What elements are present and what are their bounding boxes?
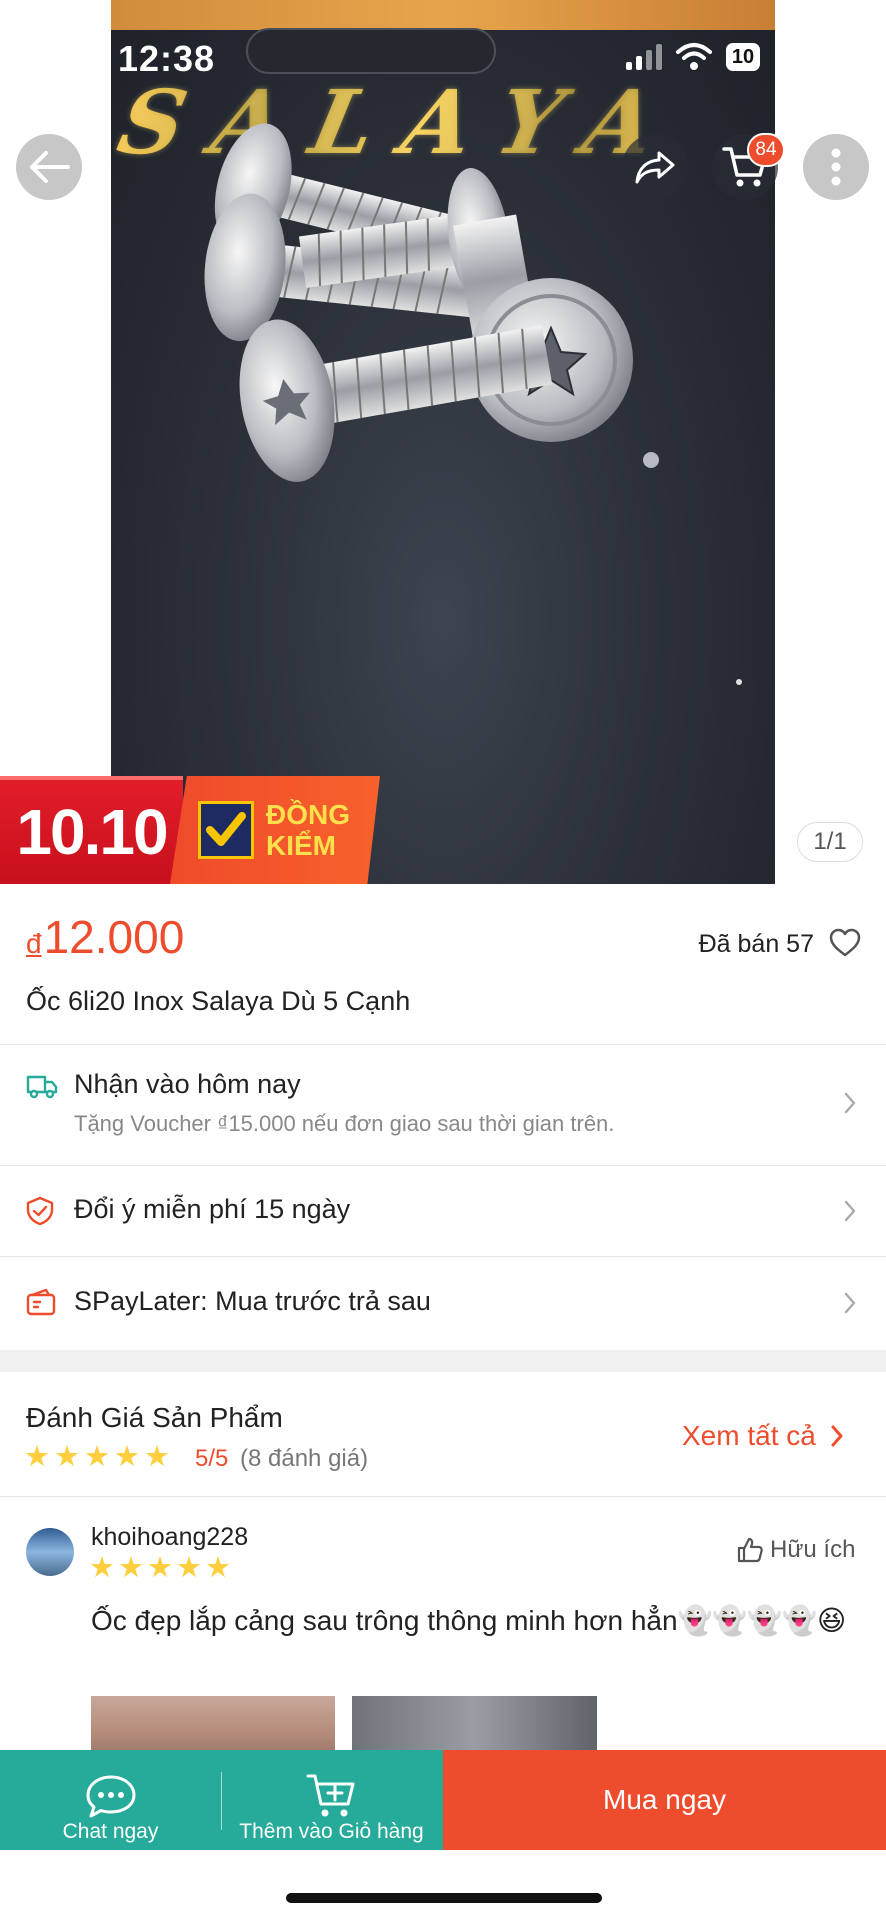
bottom-separator <box>221 1772 222 1830</box>
rating-score: 5/5 <box>195 1445 229 1472</box>
star-icon: ★ <box>114 1441 140 1473</box>
star-icon: ★ <box>147 1552 173 1584</box>
free-return-row[interactable]: Đổi ý miễn phí 15 ngày <box>0 1166 886 1256</box>
status-time: 12:38 <box>118 38 216 79</box>
star-icon: ★ <box>24 1441 50 1473</box>
review-photo-1[interactable] <box>91 1696 335 1756</box>
add-to-cart-icon <box>306 1774 354 1817</box>
image-pager: 1/1 <box>797 822 863 862</box>
section-gap <box>0 1350 886 1372</box>
price-value: 12.000 <box>43 911 185 963</box>
product-price: đ 12.000 <box>26 910 184 964</box>
sold-count: Đã bán 57 <box>698 930 814 958</box>
chevron-right-icon <box>844 1292 856 1314</box>
cart-count-badge: 84 <box>747 133 785 167</box>
status-icons: 10 <box>626 42 760 72</box>
product-image-gallery[interactable]: SALAYA 12:38 10 84 10.10 ĐỒNG KIỂM 1/1 <box>0 0 886 884</box>
delivery-title: Nhận vào hôm nay <box>74 1069 301 1099</box>
buy-now-button[interactable]: Mua ngay <box>443 1750 886 1850</box>
battery-indicator: 10 <box>726 43 760 71</box>
review-photo-2[interactable] <box>352 1696 597 1756</box>
delivery-subtitle: Tặng Voucher ₫15.000 nếu đơn giao sau th… <box>74 1111 615 1136</box>
divider <box>0 1496 886 1497</box>
review-comment: Ốc đẹp lắp cảng sau trông thông minh hơn… <box>91 1605 847 1636</box>
wallet-card-icon <box>26 1288 56 1316</box>
chat-bubble-icon <box>86 1775 135 1818</box>
reviews-heading: Đánh Giá Sản Phẩm <box>26 1402 283 1433</box>
chevron-right-icon <box>844 1200 856 1222</box>
star-icon: ★ <box>144 1441 170 1473</box>
bottom-action-bar: Chat ngay Thêm vào Giỏ hàng Mua ngay <box>0 1750 886 1850</box>
rating-count: (8 đánh giá) <box>240 1445 369 1472</box>
star-icon: ★ <box>176 1552 202 1584</box>
promo-1010-badge: 10.10 <box>0 776 183 884</box>
helpful-label: Hữu ích <box>770 1536 856 1563</box>
shield-check-icon <box>26 1196 54 1226</box>
product-photo[interactable]: SALAYA <box>111 0 775 884</box>
bottom-left-group: Chat ngay Thêm vào Giỏ hàng <box>0 1750 443 1850</box>
bolts-illustration <box>204 123 742 685</box>
home-indicator[interactable] <box>286 1893 602 1903</box>
arrow-left-icon <box>30 151 70 183</box>
review-rating-stars: ★ ★ ★ ★ ★ <box>89 1553 231 1583</box>
promo-dk-line1: ĐỒNG <box>266 799 350 830</box>
review-username: khoihoang228 <box>91 1523 249 1551</box>
chevron-right-icon <box>831 1425 843 1447</box>
helpful-button[interactable]: Hữu ích <box>736 1536 855 1564</box>
star-icon: ★ <box>84 1441 110 1473</box>
product-title: Ốc 6li20 Inox Salaya Dù 5 Cạnh <box>26 986 411 1016</box>
wifi-icon <box>676 43 712 70</box>
promo-dong-kiem-text: ĐỒNG KIỂM <box>266 799 350 861</box>
promo-dong-kiem-badge: ĐỒNG KIỂM <box>170 776 380 884</box>
chevron-right-icon <box>844 1092 856 1114</box>
see-all-label: Xem tất cả <box>682 1420 816 1451</box>
thumbs-up-icon <box>737 1537 763 1563</box>
rating-stars: ★ ★ ★ ★ ★ <box>24 1442 170 1472</box>
free-return-title: Đổi ý miễn phí 15 ngày <box>74 1194 351 1224</box>
promo-dk-line2: KIỂM <box>266 830 336 861</box>
avatar[interactable] <box>26 1528 74 1576</box>
chat-now-button[interactable]: Chat ngay <box>0 1750 221 1850</box>
share-button[interactable] <box>622 134 688 200</box>
favorite-heart-icon[interactable] <box>829 928 861 958</box>
share-icon <box>635 151 675 184</box>
add-to-cart-button[interactable]: Thêm vào Giỏ hàng <box>221 1750 442 1850</box>
star-icon: ★ <box>118 1552 144 1584</box>
delivery-truck-icon <box>26 1075 58 1099</box>
price-currency: đ <box>26 928 42 959</box>
more-options-button[interactable] <box>803 134 869 200</box>
star-icon: ★ <box>205 1552 231 1584</box>
check-icon <box>198 801 254 859</box>
spaylater-row[interactable]: SPayLater: Mua trước trả sau <box>0 1257 886 1349</box>
cellular-signal-icon <box>626 44 662 70</box>
star-icon: ★ <box>54 1441 80 1473</box>
add-to-cart-label: Thêm vào Giỏ hàng <box>239 1820 424 1843</box>
chat-now-label: Chat ngay <box>62 1820 159 1843</box>
back-button[interactable] <box>16 134 82 200</box>
more-vertical-icon <box>831 148 841 186</box>
spaylater-title: SPayLater: Mua trước trả sau <box>74 1286 431 1316</box>
delivery-row[interactable]: Nhận vào hôm nay Tặng Voucher ₫15.000 nế… <box>0 1045 886 1164</box>
see-all-reviews-link[interactable]: Xem tất cả <box>682 1420 844 1452</box>
star-icon: ★ <box>89 1552 115 1584</box>
